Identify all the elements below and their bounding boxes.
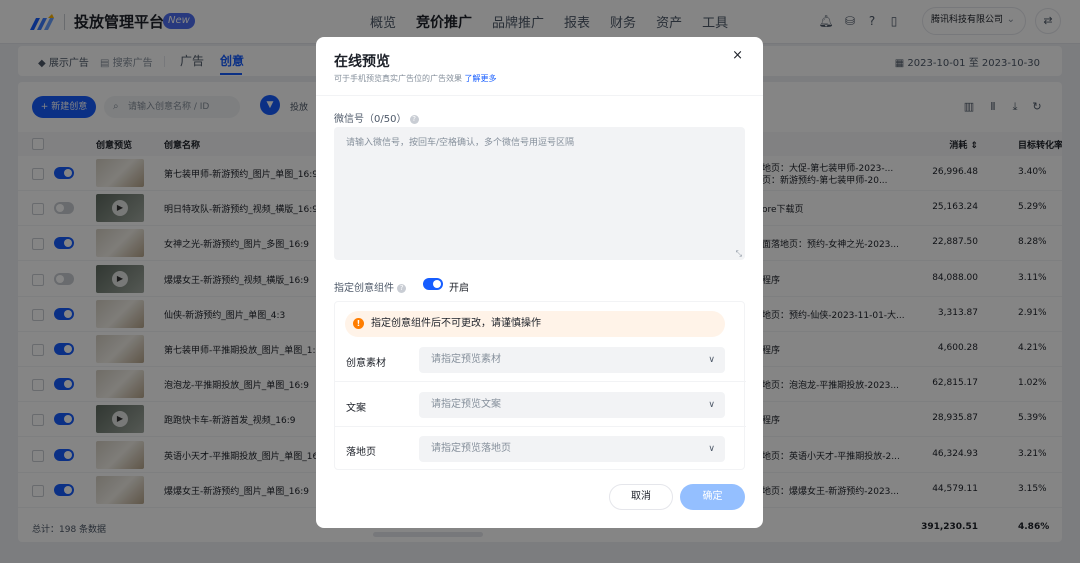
landing-field-label: 落地页 — [346, 447, 376, 458]
copy-field-label: 文案 — [346, 403, 366, 414]
component-toggle[interactable] — [423, 278, 443, 290]
warning-text: 指定创意组件后不可更改，请谨慎操作 — [371, 318, 541, 329]
help-icon[interactable]: ? — [409, 115, 419, 124]
dialog-subtitle-text: 可于手机预览真实广告位的广告效果 — [334, 74, 462, 83]
close-icon[interactable]: × — [732, 48, 743, 63]
component-field-label: 指定创意组件 ? — [334, 279, 407, 294]
cancel-button[interactable]: 取消 — [609, 484, 673, 510]
resize-handle-icon[interactable]: ⤡ — [736, 249, 742, 259]
material-placeholder: 请指定预览素材 — [431, 354, 501, 365]
component-label-text: 指定创意组件 — [334, 283, 394, 294]
wechat-placeholder: 请输入微信号，按回车/空格确认，多个微信号用逗号区隔 — [346, 138, 575, 148]
online-preview-dialog: 在线预览 可于手机预览真实广告位的广告效果 了解更多 × 微信号（0/50） ?… — [316, 37, 763, 528]
dialog-subtitle: 可于手机预览真实广告位的广告效果 了解更多 — [334, 73, 497, 84]
chevron-down-icon: ∨ — [708, 355, 715, 365]
material-field-label: 创意素材 — [346, 358, 386, 369]
chevron-down-icon: ∨ — [708, 444, 715, 454]
component-toggle-label: 开启 — [449, 283, 469, 294]
help-icon[interactable]: ? — [397, 284, 407, 293]
wechat-label-text: 微信号（0/50） — [334, 114, 407, 125]
landing-select[interactable]: 请指定预览落地页 ∨ — [419, 436, 725, 462]
dialog-title: 在线预览 — [334, 54, 390, 70]
learn-more-link[interactable]: 了解更多 — [465, 74, 497, 83]
component-settings-box: ! 指定创意组件后不可更改，请谨慎操作 创意素材 请指定预览素材 ∨ 文案 请指… — [334, 301, 746, 470]
confirm-button[interactable]: 确定 — [680, 484, 745, 510]
landing-placeholder: 请指定预览落地页 — [431, 443, 511, 454]
warning-alert: ! 指定创意组件后不可更改，请谨慎操作 — [345, 311, 725, 337]
dialog-divider — [316, 95, 763, 96]
copy-select[interactable]: 请指定预览文案 ∨ — [419, 392, 725, 418]
wechat-field-label: 微信号（0/50） ? — [334, 110, 419, 125]
wechat-textarea[interactable]: 请输入微信号，按回车/空格确认，多个微信号用逗号区隔 ⤡ — [334, 127, 745, 260]
chevron-down-icon: ∨ — [708, 400, 715, 410]
material-select[interactable]: 请指定预览素材 ∨ — [419, 347, 725, 373]
field-divider — [335, 381, 746, 382]
warning-icon: ! — [353, 318, 364, 329]
copy-placeholder: 请指定预览文案 — [431, 399, 501, 410]
field-divider — [335, 426, 746, 427]
